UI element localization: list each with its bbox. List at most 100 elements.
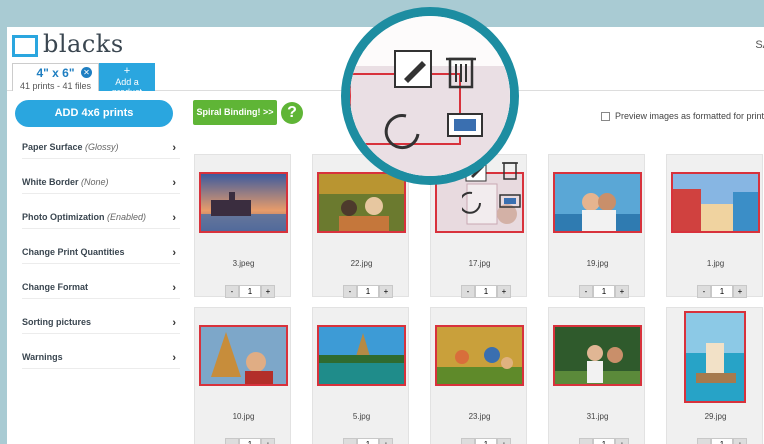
decrease-button[interactable]: - — [579, 438, 593, 444]
quantity-input[interactable]: 1 — [475, 285, 497, 298]
file-name: 3.jpeg — [232, 259, 255, 268]
chevron-right-icon: › — [172, 142, 176, 154]
photo-card[interactable]: 5.jpg -1+ — [312, 307, 409, 444]
file-name: 31.jpg — [586, 412, 609, 421]
plus-icon: + — [123, 65, 131, 77]
add-prints-button[interactable]: ADD 4x6 prints — [15, 100, 173, 127]
photo-thumbnail[interactable] — [435, 325, 524, 386]
close-icon[interactable]: ✕ — [81, 67, 92, 78]
help-icon[interactable]: ? — [281, 102, 303, 124]
sidebar-item-sorting[interactable]: Sorting pictures › — [22, 317, 180, 334]
decrease-button[interactable]: - — [461, 285, 475, 298]
quantity-input[interactable]: 1 — [711, 438, 733, 444]
quantity-stepper[interactable]: -1+ — [225, 438, 275, 444]
increase-button[interactable]: + — [379, 285, 393, 298]
increase-button[interactable]: + — [379, 438, 393, 444]
photo-card[interactable]: 1.jpg -1 + — [666, 154, 763, 299]
photo-card[interactable]: 29.jpg -1+ — [666, 307, 763, 444]
sidebar-item-white-border[interactable]: White Border (None) › — [22, 177, 180, 194]
quantity-stepper[interactable]: -1+ — [579, 438, 629, 444]
photo-thumbnail[interactable] — [553, 172, 642, 233]
decrease-button[interactable]: - — [343, 285, 357, 298]
quantity-input[interactable]: 1 — [357, 285, 379, 298]
spiral-binding-button[interactable]: Spiral Binding! >> — [193, 100, 277, 125]
file-name: 17.jpg — [468, 259, 491, 268]
increase-button[interactable]: + — [497, 285, 511, 298]
file-name: 19.jpg — [586, 259, 609, 268]
photo-thumbnail[interactable] — [317, 325, 406, 386]
header-right-text[interactable]: SA — [755, 39, 764, 51]
tab-info-label: 41 prints - 41 files — [19, 81, 92, 91]
tab-4x6[interactable]: 4" x 6" 41 prints - 41 files ✕ — [12, 63, 99, 91]
file-name: 29.jpg — [704, 412, 727, 421]
quantity-input[interactable]: 1 — [239, 285, 261, 298]
decrease-button[interactable]: - — [225, 438, 239, 444]
file-name: 5.jpg — [352, 412, 371, 421]
sidebar-item-paper-surface[interactable]: Paper Surface (Glossy) › — [22, 142, 180, 159]
photo-thumbnail[interactable] — [317, 172, 406, 233]
chevron-right-icon: › — [172, 212, 176, 224]
logo-text: blacks — [43, 30, 124, 58]
increase-button[interactable]: + — [261, 285, 275, 298]
magnifier-overlay — [341, 7, 519, 185]
sidebar-item-print-quantities[interactable]: Change Print Quantities › — [22, 247, 180, 264]
checkbox-box[interactable] — [601, 112, 610, 122]
increase-button[interactable]: + — [497, 438, 511, 444]
quantity-stepper[interactable]: -1+ — [579, 285, 629, 299]
add-product-label: Add a product — [111, 77, 143, 97]
sidebar-item-change-format[interactable]: Change Format › — [22, 282, 180, 299]
decrease-button[interactable]: - — [343, 438, 357, 444]
chevron-right-icon: › — [172, 352, 176, 364]
quantity-input[interactable]: 1 — [593, 438, 615, 444]
photo-card[interactable]: 19.jpg -1 + — [548, 154, 645, 299]
photo-thumbnail[interactable] — [199, 172, 288, 233]
quantity-stepper[interactable]: -1+ — [697, 285, 747, 299]
quantity-stepper[interactable]: -1+ — [461, 285, 511, 299]
crop-icon — [499, 194, 521, 208]
decrease-button[interactable]: - — [461, 438, 475, 444]
quantity-input[interactable]: 1 — [475, 438, 497, 444]
photo-thumbnail[interactable] — [684, 311, 746, 403]
photo-card[interactable]: 3.jpeg -1 + — [194, 154, 291, 299]
preview-label: Preview images as formatted for printing — [615, 111, 764, 121]
increase-button[interactable]: + — [733, 285, 747, 298]
quantity-stepper[interactable]: -1+ — [343, 285, 393, 299]
crop-icon[interactable] — [447, 113, 483, 137]
photo-card[interactable]: 31.jpg -1+ — [548, 307, 645, 444]
quantity-input[interactable]: 1 — [711, 285, 733, 298]
photo-card[interactable]: 23.jpg -1+ — [430, 307, 527, 444]
chevron-right-icon: › — [172, 247, 176, 259]
chevron-right-icon: › — [172, 177, 176, 189]
preview-checkbox[interactable]: Preview images as formatted for printing — [601, 111, 764, 122]
decrease-button[interactable]: - — [579, 285, 593, 298]
pencil-icon[interactable] — [394, 50, 432, 88]
photo-thumbnail[interactable] — [553, 325, 642, 386]
photo-card[interactable]: 10.jpg -1+ — [194, 307, 291, 444]
increase-button[interactable]: + — [615, 285, 629, 298]
file-name: 10.jpg — [232, 412, 255, 421]
file-name: 23.jpg — [468, 412, 491, 421]
photo-thumbnail[interactable] — [671, 172, 760, 233]
rotate-icon — [459, 191, 481, 214]
increase-button[interactable]: + — [615, 438, 629, 444]
chevron-right-icon: › — [172, 317, 176, 329]
decrease-button[interactable]: - — [697, 438, 711, 444]
increase-button[interactable]: + — [261, 438, 275, 444]
quantity-stepper[interactable]: -1+ — [461, 438, 511, 444]
photo-thumbnail[interactable] — [199, 325, 288, 386]
quantity-input[interactable]: 1 — [239, 438, 261, 444]
quantity-stepper[interactable]: -1+ — [697, 438, 747, 444]
decrease-button[interactable]: - — [225, 285, 239, 298]
add-product-tab[interactable]: + Add a product — [99, 63, 155, 97]
file-name: 1.jpg — [706, 259, 725, 268]
increase-button[interactable]: + — [733, 438, 747, 444]
decrease-button[interactable]: - — [697, 285, 711, 298]
quantity-input[interactable]: 1 — [593, 285, 615, 298]
sidebar-item-warnings[interactable]: Warnings › — [22, 352, 180, 369]
logo-mark — [12, 35, 38, 57]
quantity-stepper[interactable]: -1+ — [343, 438, 393, 444]
file-name: 22.jpg — [350, 259, 373, 268]
quantity-stepper[interactable]: -1+ — [225, 285, 275, 299]
sidebar-item-photo-optimization[interactable]: Photo Optimization (Enabled) › — [22, 212, 180, 229]
quantity-input[interactable]: 1 — [357, 438, 379, 444]
